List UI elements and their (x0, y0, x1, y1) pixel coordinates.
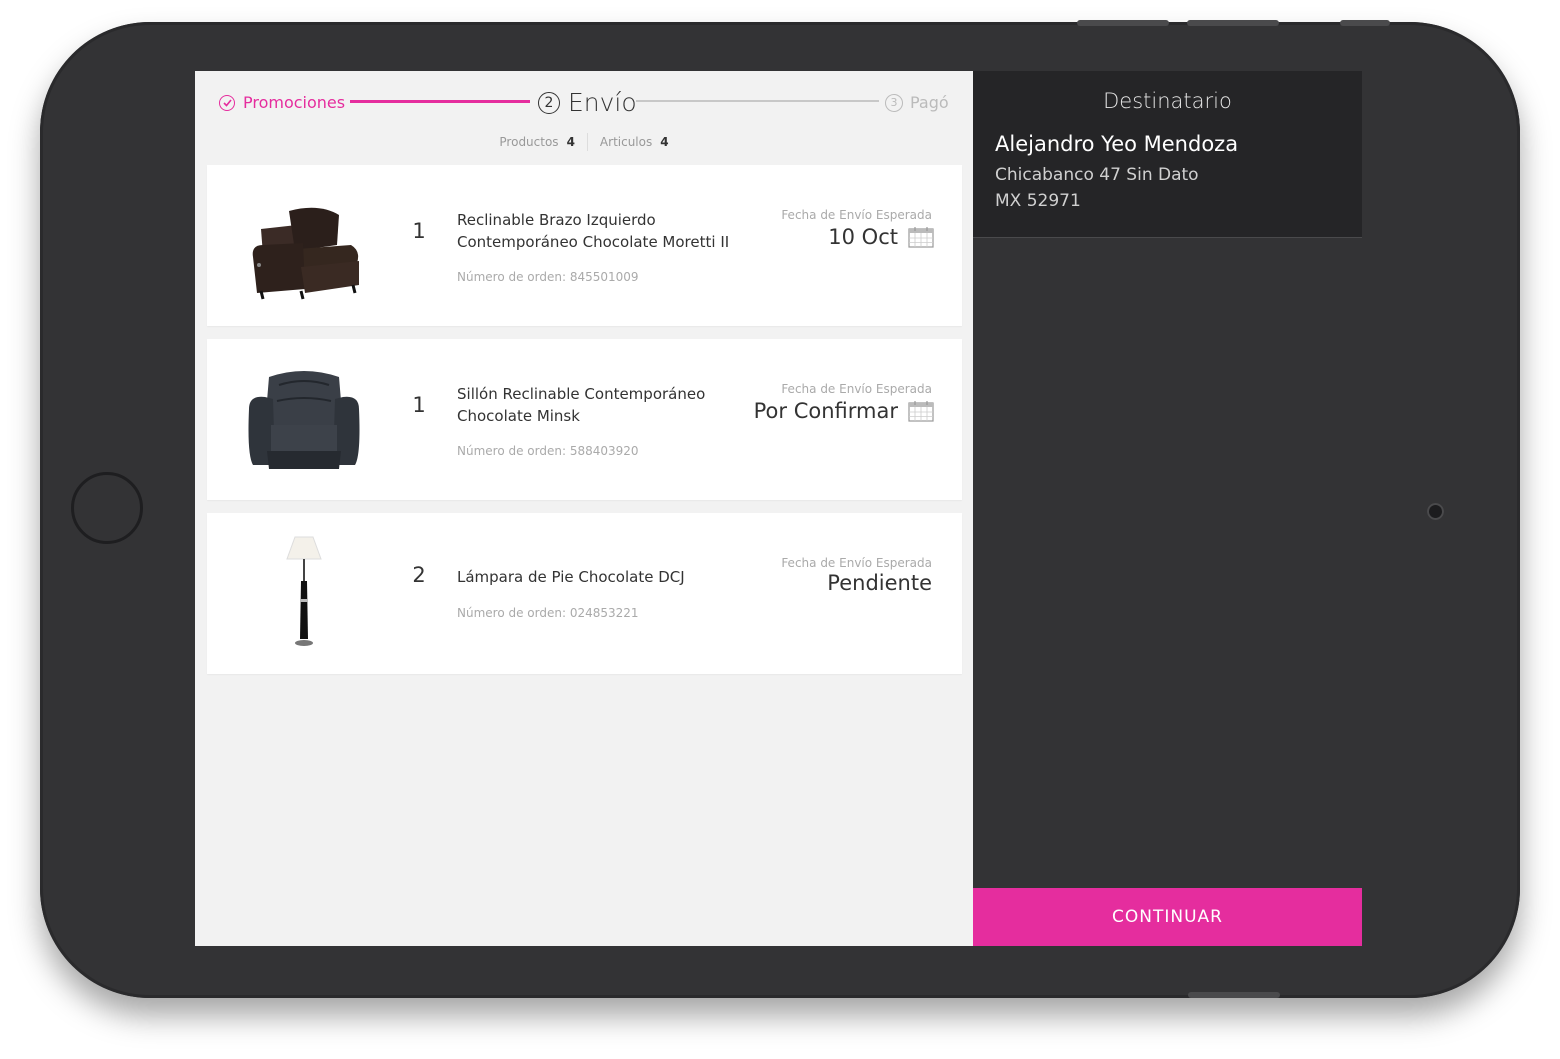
volume-button (1077, 20, 1169, 26)
delivery-date-label: Fecha de Envío Esperada (781, 382, 932, 396)
recipient-panel: Destinatario Alejandro Yeo Mendoza Chica… (973, 71, 1362, 946)
home-button[interactable] (71, 472, 143, 544)
order-number: Número de orden: 024853221 (457, 606, 639, 620)
recliner-image (252, 207, 359, 300)
checkmark-icon (219, 94, 235, 111)
delivery-date-value: 10 Oct (828, 225, 898, 249)
order-number: Número de orden: 845501009 (457, 270, 639, 284)
divider (586, 133, 588, 151)
calendar-icon[interactable] (908, 400, 934, 422)
quantity: 2 (412, 563, 426, 587)
delivery-date-value: Por Confirmar (753, 399, 898, 423)
camera-icon (1427, 503, 1444, 520)
quantity: 1 (412, 393, 426, 417)
recipient-card: Destinatario Alejandro Yeo Mendoza Chica… (973, 71, 1362, 238)
recipient-address: Chicabanco 47 Sin Dato (995, 165, 1199, 185)
step-pago[interactable]: 3 Pagó (885, 93, 949, 112)
order-number: Número de orden: 588403920 (457, 444, 639, 458)
step-number: 2 (538, 91, 560, 114)
step-number: 3 (885, 93, 903, 112)
quantity: 1 (412, 219, 426, 243)
product-name: Sillón Reclinable Contemporáneo Chocolat… (457, 385, 706, 425)
side-button (1188, 992, 1280, 998)
delivery-date-status: Pendiente (827, 571, 932, 595)
checkout-stepper: Promociones 2 Envío 3 Pagó (195, 71, 973, 133)
articulos-label: Articulos (599, 135, 653, 149)
recipient-postal: MX 52971 (995, 191, 1081, 211)
shipping-panel: Promociones 2 Envío 3 Pagó Productos 4 A… (195, 71, 973, 946)
product-name: Lámpara de Pie Chocolate DCJ (457, 568, 685, 586)
delivery-date-label: Fecha de Envío Esperada (781, 208, 932, 222)
item-counts: Productos 4 Articulos 4 (195, 133, 973, 151)
step-promociones[interactable]: Promociones (219, 93, 345, 112)
productos-count: 4 (566, 135, 575, 149)
delivery-date-value: Pendiente (827, 571, 932, 595)
armchair-image (248, 371, 360, 469)
step-pending-line (636, 100, 879, 102)
step-envio[interactable]: 2 Envío (538, 88, 637, 117)
step-label: Envío (568, 88, 637, 117)
step-label: Pagó (910, 93, 949, 112)
calendar-icon[interactable] (908, 226, 934, 248)
recipient-title: Destinatario (1103, 89, 1232, 113)
delivery-date-picker[interactable]: 10 Oct (828, 225, 934, 249)
order-card[interactable]: 1 Sillón Reclinable Contemporáneo Chocol… (207, 339, 962, 500)
continue-button[interactable]: CONTINUAR (973, 888, 1362, 946)
order-card[interactable]: 2 Lámpara de Pie Chocolate DCJ Número de… (207, 513, 962, 674)
step-progress-line (350, 100, 530, 103)
order-card[interactable]: 1 Reclinable Brazo Izquierdo Contemporán… (207, 165, 962, 326)
articulos-count: 4 (660, 135, 669, 149)
power-button (1340, 20, 1390, 26)
productos-label: Productos (499, 135, 559, 149)
app-screen: Promociones 2 Envío 3 Pagó Productos 4 A… (195, 71, 1362, 946)
step-label: Promociones (243, 93, 346, 112)
delivery-date-picker[interactable]: Por Confirmar (754, 399, 934, 423)
recipient-name: Alejandro Yeo Mendoza (995, 132, 1239, 156)
floor-lamp-image (286, 536, 322, 646)
volume-button (1187, 20, 1279, 26)
product-name: Reclinable Brazo Izquierdo Contemporáneo… (457, 211, 730, 251)
delivery-date-label: Fecha de Envío Esperada (781, 556, 932, 570)
